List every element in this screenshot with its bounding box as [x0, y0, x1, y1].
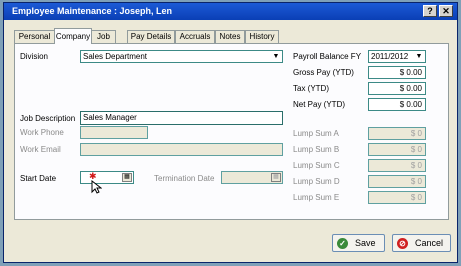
close-button[interactable]: ✕ [439, 5, 453, 17]
termination-date-label: Termination Date [154, 174, 215, 183]
cancel-button-label: Cancel [415, 238, 444, 248]
company-tab-panel: Division Sales Department ▼ Job Descript… [14, 43, 449, 220]
chevron-down-icon[interactable]: ▼ [271, 52, 281, 61]
lump-sum-a-label: Lump Sum A [293, 129, 339, 138]
job-description-value: Sales Manager [83, 113, 137, 122]
lump-sum-b-value: $ 0 [368, 143, 426, 156]
payroll-balance-fy-label: Payroll Balance FY [293, 52, 362, 61]
lump-sum-b-label: Lump Sum B [293, 145, 340, 154]
division-select[interactable]: Sales Department ▼ [80, 50, 283, 63]
cancel-icon: ⊘ [397, 238, 408, 249]
title-bar: Employee Maintenance : Joseph, Len ? ✕ [4, 3, 457, 20]
employee-maintenance-window: Employee Maintenance : Joseph, Len ? ✕ P… [3, 2, 458, 263]
job-description-label: Job Description [20, 114, 76, 123]
calendar-icon[interactable]: ▦ [122, 173, 132, 182]
start-date-input[interactable]: ✱ ▦ [80, 171, 134, 184]
tab-pay-details[interactable]: Pay Details [127, 30, 175, 43]
net-pay-label: Net Pay (YTD) [293, 100, 346, 109]
tax-label: Tax (YTD) [293, 84, 329, 93]
gross-pay-label: Gross Pay (YTD) [293, 68, 354, 77]
tab-company[interactable]: Company [54, 28, 92, 44]
chevron-down-icon[interactable]: ▼ [414, 52, 424, 61]
window-title: Employee Maintenance : Joseph, Len [12, 6, 173, 16]
net-pay-value: $ 0.00 [368, 98, 426, 111]
tab-accruals[interactable]: Accruals [175, 30, 215, 43]
start-date-label: Start Date [20, 174, 57, 183]
save-button[interactable]: ✓ Save [332, 234, 385, 252]
save-button-label: Save [355, 238, 376, 248]
division-value: Sales Department [83, 52, 148, 61]
termination-date-input[interactable]: ▦ [221, 171, 283, 184]
save-check-icon: ✓ [337, 238, 348, 249]
tax-value: $ 0.00 [368, 82, 426, 95]
lump-sum-e-value: $ 0 [368, 191, 426, 204]
help-button[interactable]: ? [423, 5, 437, 17]
tab-notes[interactable]: Notes [215, 30, 245, 43]
tab-personal[interactable]: Personal [14, 30, 55, 43]
gross-pay-value: $ 0.00 [368, 66, 426, 79]
payroll-balance-fy-value: 2011/2012 [371, 52, 409, 61]
tab-history[interactable]: History [245, 30, 279, 43]
calendar-icon[interactable]: ▦ [271, 173, 281, 182]
lump-sum-d-value: $ 0 [368, 175, 426, 188]
lump-sum-a-value: $ 0 [368, 127, 426, 140]
work-phone-label: Work Phone [20, 128, 64, 137]
lump-sum-e-label: Lump Sum E [293, 193, 340, 202]
lump-sum-c-value: $ 0 [368, 159, 426, 172]
lump-sum-c-label: Lump Sum C [293, 161, 340, 170]
job-description-input[interactable]: Sales Manager [80, 111, 283, 125]
work-email-input[interactable] [80, 143, 283, 156]
tab-job[interactable]: Job [91, 30, 116, 43]
division-label: Division [20, 52, 49, 61]
mouse-pointer-icon [91, 179, 103, 196]
work-phone-input[interactable] [80, 126, 148, 139]
lump-sum-d-label: Lump Sum D [293, 177, 340, 186]
cancel-button[interactable]: ⊘ Cancel [392, 234, 451, 252]
payroll-balance-fy-select[interactable]: 2011/2012 ▼ [368, 50, 426, 63]
work-email-label: Work Email [20, 145, 61, 154]
